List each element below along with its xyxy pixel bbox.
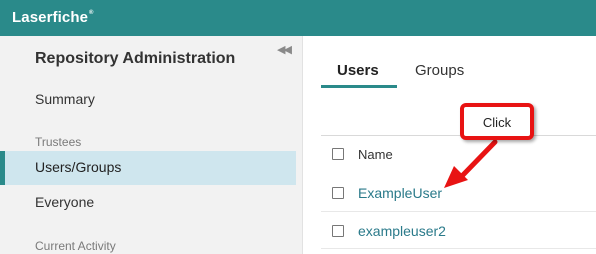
sidebar-item-everyone[interactable]: Everyone [35, 194, 94, 210]
top-bar: Laserfiche® [0, 0, 596, 36]
callout-text: Click [482, 115, 512, 130]
tab-groups[interactable]: Groups [415, 62, 464, 79]
row-divider [321, 211, 596, 212]
laserfiche-logo[interactable]: Laserfiche® [12, 9, 94, 26]
user-link-exampleuser[interactable]: ExampleUser [358, 185, 442, 201]
sidebar-item-summary[interactable]: Summary [35, 91, 95, 107]
header-divider [321, 135, 596, 136]
sidebar: ◀◀ Repository Administration Summary Tru… [0, 36, 303, 254]
sidebar-section-trustees: Trustees [35, 135, 82, 149]
sidebar-item-users-groups[interactable]: Users/Groups [0, 151, 296, 185]
sidebar-item-label: Users/Groups [35, 159, 122, 175]
collapse-sidebar-icon[interactable]: ◀◀ [277, 43, 292, 56]
user-link-exampleuser2[interactable]: exampleuser2 [358, 223, 446, 239]
sidebar-section-current-activity: Current Activity [35, 239, 116, 253]
sidebar-title: Repository Administration [35, 50, 236, 67]
tab-users[interactable]: Users [337, 62, 379, 79]
select-all-checkbox[interactable] [332, 148, 344, 160]
column-header-name[interactable]: Name [358, 147, 393, 162]
registered-mark: ® [89, 10, 94, 16]
row-divider [321, 248, 596, 249]
click-callout: Click [460, 103, 534, 140]
row-checkbox[interactable] [332, 187, 344, 199]
logo-text: Laserfiche [12, 9, 89, 26]
active-tab-indicator [321, 85, 397, 88]
row-checkbox[interactable] [332, 225, 344, 237]
